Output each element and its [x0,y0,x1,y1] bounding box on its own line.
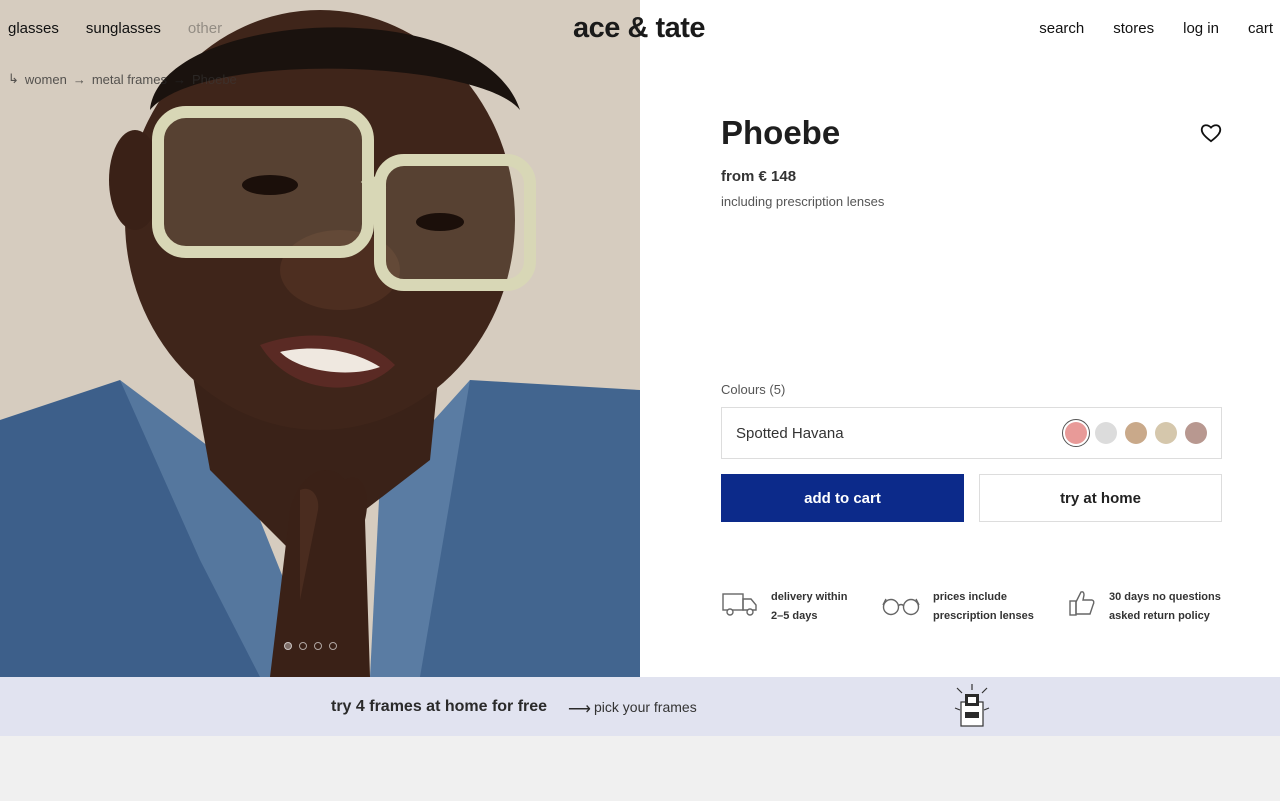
utility-nav: search stores log in cart [1039,20,1273,37]
thumbs-up-icon [1069,591,1095,616]
heart-icon[interactable] [1200,123,1222,143]
product-hero-image [0,0,640,677]
nav-cart[interactable]: cart [1248,20,1273,37]
carousel-dot[interactable] [329,642,337,650]
try-at-home-button[interactable]: try at home [979,474,1222,522]
usp-lenses-line2: prescription lenses [933,610,1034,622]
colours-label: Colours (5) [721,382,786,397]
selected-colour-name: Spotted Havana [736,425,844,442]
carousel-dot[interactable] [284,642,292,650]
nav-other[interactable]: other [188,20,222,37]
nav-login[interactable]: log in [1183,20,1219,37]
breadcrumb-current: Phoebe [191,71,237,87]
product-page: glasses sunglasses other ace & tate sear… [0,0,1280,801]
colour-swatch[interactable] [1185,422,1207,444]
product-price: from € 148 [721,168,797,185]
usp-returns: 30 days no questions asked return policy [1067,588,1221,626]
usp-returns-line1: 30 days no questions [1109,591,1221,603]
colour-swatches [1062,419,1207,447]
add-to-cart-button[interactable]: add to cart [721,474,964,522]
breadcrumb-arrow-icon: ↳ [8,71,19,86]
breadcrumb-women[interactable]: women [25,72,67,87]
colour-swatch[interactable] [1095,422,1117,444]
nav-glasses[interactable]: glasses [8,20,59,37]
breadcrumb: ↳ women → metal frames → Phoebe [8,71,237,87]
breadcrumb-metal-frames[interactable]: metal frames [92,72,167,87]
colour-selector[interactable]: Spotted Havana [721,407,1222,459]
usp-delivery-line2: 2–5 days [771,610,818,622]
usp-returns-line2: asked return policy [1109,610,1210,622]
banner-text: try 4 frames at home for free [331,698,548,715]
usp-lenses-line1: prices include [933,591,1007,603]
nav-search[interactable]: search [1039,20,1084,37]
product-panel [640,0,1280,677]
breadcrumb-separator: → [172,71,186,87]
product-title: Phoebe [721,114,841,151]
carousel-dot[interactable] [299,642,307,650]
carousel-dots [284,642,337,650]
box-illustration-icon [954,684,990,727]
usp-delivery: delivery within 2–5 days [721,588,847,626]
glasses-icon [882,598,920,616]
colour-swatch[interactable] [1062,419,1090,447]
home-try-on-banner: try 4 frames at home for free ⟶ pick you… [0,677,1280,736]
price-note: including prescription lenses [721,194,885,209]
breadcrumb-separator: → [72,71,86,87]
usp-lenses: prices include prescription lenses [881,588,1034,626]
main-nav: glasses sunglasses other [8,20,222,37]
logo[interactable]: ace & tate [573,12,706,45]
arrow-right-icon: ⟶ [568,701,591,718]
pick-frames-link[interactable]: pick your frames [594,699,697,715]
nav-sunglasses[interactable]: sunglasses [86,20,161,37]
nav-stores[interactable]: stores [1113,20,1154,37]
colour-swatch[interactable] [1155,422,1177,444]
page-footer-area [0,736,1280,801]
model-photo [0,0,640,677]
usp-delivery-line1: delivery within [771,591,848,603]
colour-swatch[interactable] [1125,422,1147,444]
truck-icon [722,593,757,616]
carousel-dot[interactable] [314,642,322,650]
